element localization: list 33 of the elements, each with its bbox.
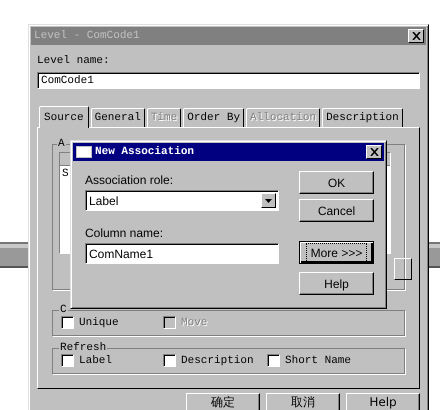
list-button[interactable] (394, 258, 412, 280)
window-icon (76, 146, 92, 158)
caret-icon (265, 198, 272, 202)
role-dropdown[interactable]: Label (85, 190, 279, 211)
dialog-button[interactable]: More >>> (299, 241, 374, 264)
close-icon (370, 148, 378, 156)
field-label: Association role: (85, 173, 174, 187)
group-label: C (59, 304, 68, 316)
close-button[interactable] (408, 29, 424, 43)
dialog-button[interactable]: Cancel (299, 199, 374, 222)
level-name-label: Level name: (37, 55, 111, 69)
close-button[interactable] (366, 145, 382, 159)
close-icon (412, 32, 420, 40)
dialog-button[interactable]: OK (299, 171, 374, 194)
checkbox[interactable]: Description (163, 354, 267, 367)
dialog-button[interactable]: 确定 (186, 393, 260, 410)
window-title: New Association (95, 146, 196, 158)
column-name-field[interactable]: ComName1 (85, 243, 279, 264)
checkbox[interactable]: Unique (61, 316, 163, 329)
group-label: Refresh (59, 342, 108, 354)
level-name-field[interactable]: ComCode1 (37, 72, 420, 89)
group-label: A (57, 138, 66, 150)
field-label: Column name: (85, 226, 164, 240)
dialog-button[interactable]: 取消 (266, 393, 340, 410)
dialog-button[interactable]: Help (346, 393, 420, 410)
tab[interactable]: General (90, 108, 145, 127)
dialog-button[interactable]: Help (299, 272, 374, 295)
checkbox[interactable]: Label (61, 354, 163, 367)
tab[interactable]: Description (322, 108, 403, 127)
window-title: Level - ComCode1 (34, 30, 141, 42)
tab[interactable]: Order By (183, 108, 244, 127)
tab[interactable]: Source (39, 106, 89, 128)
checkbox[interactable]: Short Name (267, 354, 369, 367)
